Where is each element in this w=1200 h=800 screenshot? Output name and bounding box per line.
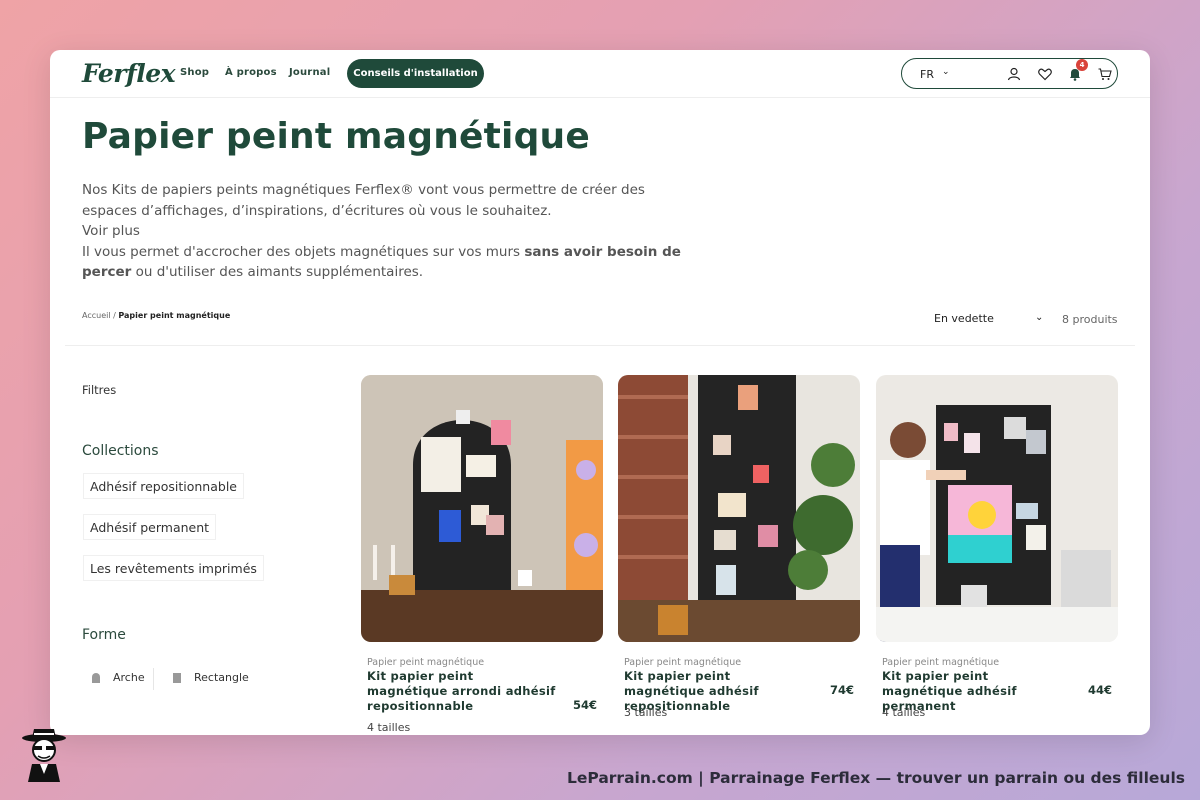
filter-collection-permanent[interactable]: Adhésif permanent xyxy=(83,514,217,540)
product-image-permanent[interactable] xyxy=(876,375,1118,642)
product-category: Papier peint magnétique xyxy=(367,657,485,668)
breadcrumb: Accueil / Papier peint magnétique xyxy=(82,311,230,320)
divider xyxy=(65,345,1135,346)
chevron-down-icon[interactable]: ⌄ xyxy=(1035,312,1043,323)
description-text: Il vous permet d'accrocher des objets ma… xyxy=(82,243,525,260)
nav-journal[interactable]: Journal xyxy=(289,67,330,78)
installation-tips-button[interactable]: Conseils d'installation xyxy=(347,59,484,88)
breadcrumb-current: Papier peint magnétique xyxy=(118,311,231,320)
divider xyxy=(153,668,154,690)
product-sizes: 3 tailles xyxy=(624,706,668,719)
sort-select[interactable]: En vedette xyxy=(934,312,994,325)
language-selector[interactable]: FR xyxy=(920,68,934,81)
cart-icon[interactable] xyxy=(1097,66,1113,82)
product-image-arch[interactable] xyxy=(361,375,603,642)
see-more-link[interactable]: Voir plus xyxy=(82,221,682,242)
header-utilities: FR ⌄ 4 xyxy=(901,58,1118,89)
chevron-down-icon[interactable]: ⌄ xyxy=(942,67,950,77)
account-icon[interactable] xyxy=(1006,66,1022,82)
product-price: 74€ xyxy=(829,683,854,697)
product-card[interactable]: Papier peint magnétique Kit papier peint… xyxy=(618,375,860,719)
description-detail: Il vous permet d'accrocher des objets ma… xyxy=(82,242,682,283)
breadcrumb-separator: / xyxy=(113,311,116,320)
product-price: 54€ xyxy=(572,698,597,712)
product-name[interactable]: Kit papier peint magnétique arrondi adhé… xyxy=(367,669,557,714)
page-title: Papier peint magnétique xyxy=(82,116,591,157)
product-card[interactable]: Papier peint magnétique Kit papier peint… xyxy=(876,375,1118,719)
description-intro: Nos Kits de papiers peints magnétiques F… xyxy=(82,182,645,219)
nav-about[interactable]: À propos xyxy=(225,67,277,78)
collections-title: Collections xyxy=(82,443,159,459)
product-card[interactable]: Papier peint magnétique Kit papier peint… xyxy=(361,375,603,734)
nav-shop[interactable]: Shop xyxy=(180,67,209,78)
shape-title: Forme xyxy=(82,627,126,643)
filter-shape-rectangle[interactable]: Rectangle xyxy=(173,671,249,684)
description-text-end: ou d'utiliser des aimants supplémentaire… xyxy=(131,264,424,280)
leparrain-mascot-logo xyxy=(22,729,66,782)
rectangle-icon xyxy=(173,672,181,683)
browser-card: Ferflex Shop À propos Journal Conseils d… xyxy=(50,50,1150,735)
page-description: Nos Kits de papiers peints magnétiques F… xyxy=(82,180,682,283)
product-image-repositionable[interactable] xyxy=(618,375,860,642)
filter-collection-repositionable[interactable]: Adhésif repositionnable xyxy=(83,473,244,499)
wishlist-heart-icon[interactable] xyxy=(1037,66,1053,82)
arch-icon xyxy=(92,672,100,683)
filter-shape-label: Rectangle xyxy=(194,671,249,684)
filter-collection-printed[interactable]: Les revêtements imprimés xyxy=(83,555,264,581)
filter-shape-arch[interactable]: Arche xyxy=(92,671,145,684)
site-header: Ferflex Shop À propos Journal Conseils d… xyxy=(50,50,1150,98)
footer-caption: LeParrain.com | Parrainage Ferflex — tro… xyxy=(566,769,1185,787)
notification-badge: 4 xyxy=(1076,59,1088,71)
product-sizes: 4 tailles xyxy=(367,721,411,734)
filters-title: Filtres xyxy=(82,383,117,397)
ferflex-logo[interactable]: Ferflex xyxy=(82,59,176,88)
filter-shape-label: Arche xyxy=(113,671,145,684)
product-category: Papier peint magnétique xyxy=(882,657,1000,668)
product-category: Papier peint magnétique xyxy=(624,657,742,668)
product-count: 8 produits xyxy=(1062,313,1118,326)
product-price: 44€ xyxy=(1087,683,1112,697)
breadcrumb-home[interactable]: Accueil xyxy=(82,311,111,320)
product-sizes: 4 tailles xyxy=(882,706,926,719)
